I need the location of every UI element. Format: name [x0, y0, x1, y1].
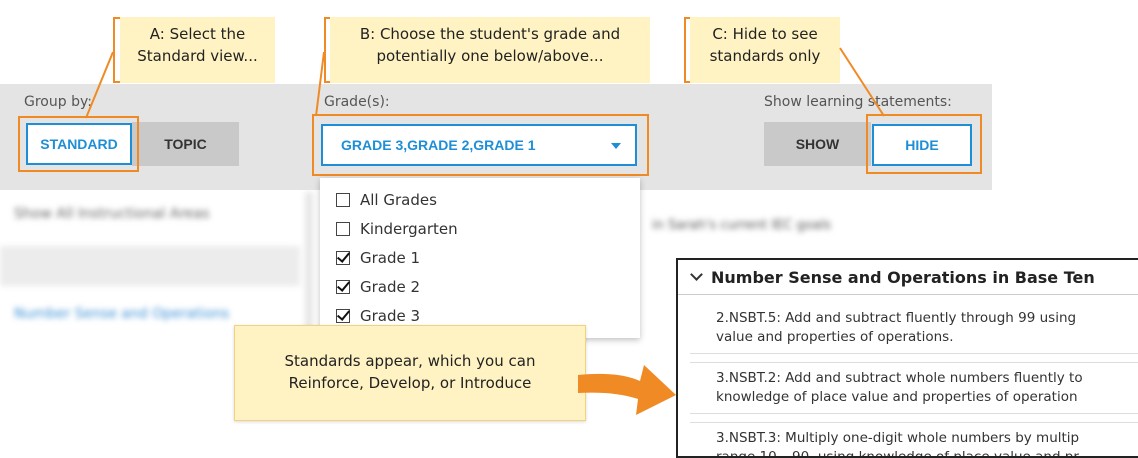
grade-option-label: Kindergarten: [360, 219, 458, 238]
standard-text: value and properties of operations.: [716, 329, 954, 345]
callout-b: B: Choose the student's grade and potent…: [330, 17, 650, 83]
grade-highlight: [312, 114, 649, 176]
blurred-left-link: Number Sense and Operations: [14, 306, 230, 322]
callout-c: C: Hide to see standards only: [690, 17, 840, 83]
callout-a-line2: Standard view...: [137, 47, 258, 65]
standard-text: 3.NSBT.2: Add and subtract whole numbers…: [716, 370, 1083, 386]
show-button[interactable]: SHOW: [764, 122, 871, 166]
callout-a-line1: A: Select the: [149, 25, 246, 43]
grades-label: Grade(s):: [324, 94, 390, 110]
standard-row[interactable]: 3.NSBT.2: Add and subtract whole numbers…: [690, 362, 1138, 414]
main-callout-line1: Standards appear, which you can: [284, 352, 536, 370]
standard-row[interactable]: 3.NSBT.3: Multiply one-digit whole numbe…: [690, 422, 1138, 458]
standard-text: 3.NSBT.3: Multiply one-digit whole numbe…: [716, 430, 1080, 446]
standard-text: range 10 – 90, using knowledge of place …: [716, 449, 1079, 458]
standard-row[interactable]: 2.NSBT.5: Add and subtract fluently thro…: [690, 303, 1138, 354]
chevron-down-icon[interactable]: [690, 268, 703, 281]
standard-text: knowledge of place value and properties …: [716, 389, 1078, 405]
topic-button[interactable]: TOPIC: [132, 122, 239, 166]
panel-header[interactable]: Number Sense and Operations in Base Ten: [678, 260, 1138, 295]
grade-option-label: Grade 1: [360, 248, 421, 267]
checkbox-icon[interactable]: [336, 221, 350, 236]
learning-statements-label: Show learning statements:: [764, 94, 952, 110]
main-callout-line2: Reinforce, Develop, or Introduce: [288, 374, 532, 392]
grade-option-1[interactable]: Grade 1: [320, 243, 640, 272]
grade-option-kindergarten[interactable]: Kindergarten: [320, 214, 640, 243]
callout-b-line1: B: Choose the student's grade and: [359, 25, 621, 43]
standard-highlight: [18, 116, 139, 172]
checkbox-checked-icon[interactable]: [336, 279, 350, 294]
grade-option-2[interactable]: Grade 2: [320, 272, 640, 301]
blurred-row-bg: [0, 246, 300, 286]
standard-text: 2.NSBT.5: Add and subtract fluently thro…: [716, 310, 1077, 326]
grade-option-label: Grade 3: [360, 306, 421, 325]
panel-title: Number Sense and Operations in Base Ten: [711, 267, 1095, 287]
checkbox-icon[interactable]: [336, 192, 350, 207]
blurred-right-text: in Sarah's current IEC goals: [652, 218, 832, 233]
grade-option-all[interactable]: All Grades: [320, 185, 640, 214]
callout-c-line1: C: Hide to see: [712, 25, 818, 43]
arrow-icon: [578, 365, 676, 415]
hide-highlight: [866, 114, 982, 174]
main-callout: Standards appear, which you can Reinforc…: [234, 325, 586, 421]
grade-dropdown: All Grades Kindergarten Grade 1 Grade 2 …: [320, 178, 640, 338]
callout-a: A: Select the Standard view...: [120, 17, 275, 83]
standards-panel: Number Sense and Operations in Base Ten …: [676, 258, 1138, 458]
group-by-label: Group by:: [24, 94, 92, 110]
checkbox-checked-icon[interactable]: [336, 250, 350, 265]
grade-option-label: Grade 2: [360, 277, 421, 296]
grade-option-label: All Grades: [360, 190, 437, 209]
callout-b-line2: potentially one below/above...: [376, 47, 604, 65]
blurred-divider: [305, 192, 313, 332]
checkbox-checked-icon[interactable]: [336, 308, 350, 323]
blurred-left-heading: Show All Instructional Areas: [14, 206, 210, 222]
callout-c-line2: standards only: [709, 47, 821, 65]
